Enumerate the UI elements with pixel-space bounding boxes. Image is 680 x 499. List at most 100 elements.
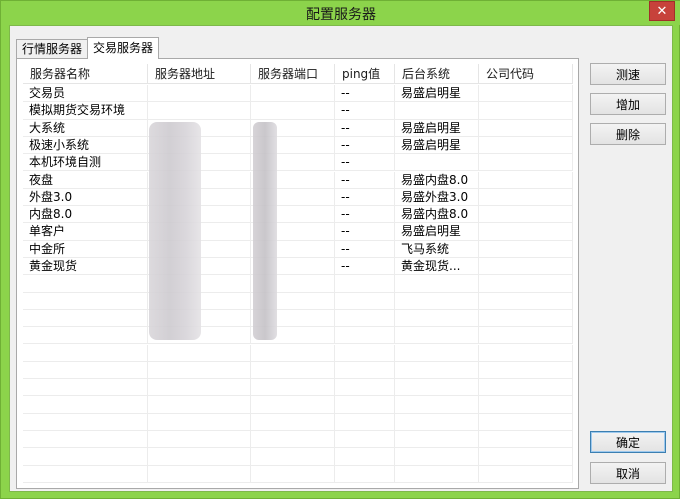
cell-port (251, 344, 335, 362)
column-header-name[interactable]: 服务器名称 (23, 64, 148, 84)
list-header: 服务器名称 服务器地址 服务器端口 ping值 后台系统 公司代码 (23, 64, 573, 84)
cell-ping: -- (335, 102, 395, 120)
cell-name: 极速小系统 (23, 136, 148, 154)
table-row[interactable]: 模拟期货交易环境 -- (23, 102, 573, 120)
title-bar[interactable]: 配置服务器 ✕ (1, 1, 680, 25)
empty-row (23, 309, 573, 328)
redacted-address-column (149, 122, 201, 340)
cell-port (251, 413, 335, 431)
cell-backend: 易盛启明星 (395, 119, 479, 137)
cell-port (251, 379, 335, 397)
empty-row (23, 379, 573, 397)
tab-strip: 行情服务器 交易服务器 (16, 37, 160, 59)
cell-name: 内盘8.0 (23, 206, 148, 224)
cell-company-code (479, 85, 573, 102)
empty-row (23, 465, 573, 483)
cell-name (23, 361, 148, 379)
table-row[interactable]: 夜盘 -- 易盛内盘8.0 (23, 171, 573, 189)
config-server-window: 配置服务器 ✕ 行情服务器 交易服务器 服务器名称 服务器地址 服务器端口 pi… (0, 0, 680, 499)
cell-name: 大系统 (23, 119, 148, 137)
cell-ping: -- (335, 119, 395, 137)
column-header-address[interactable]: 服务器地址 (148, 64, 251, 84)
cell-company-code (479, 206, 573, 224)
cell-ping: -- (335, 258, 395, 275)
empty-row (23, 448, 573, 466)
table-row[interactable]: 内盘8.0 -- 易盛内盘8.0 (23, 206, 573, 224)
empty-row (23, 361, 573, 380)
cell-port (251, 85, 335, 102)
cell-ping: -- (335, 240, 395, 258)
cell-company-code (479, 171, 573, 189)
close-button[interactable]: ✕ (649, 1, 675, 21)
delete-button[interactable]: 删除 (590, 123, 666, 145)
cell-company-code (479, 379, 573, 397)
cell-backend: 易盛启明星 (395, 85, 479, 102)
cell-address (148, 448, 251, 466)
cell-backend (395, 413, 479, 431)
cell-port (251, 102, 335, 120)
column-header-backend[interactable]: 后台系统 (395, 64, 479, 84)
cell-ping (335, 465, 395, 483)
cell-backend: 黄金现货... (395, 258, 479, 275)
cell-company-code (479, 413, 573, 431)
cell-company-code (479, 448, 573, 466)
cell-ping: -- (335, 223, 395, 241)
cell-backend: 飞马系统 (395, 240, 479, 258)
cell-name (23, 413, 148, 431)
cell-ping (335, 361, 395, 379)
cell-ping (335, 327, 395, 345)
cell-backend: 易盛启明星 (395, 136, 479, 154)
table-row[interactable]: 中金所 -- 飞马系统 (23, 240, 573, 258)
cell-company-code (479, 344, 573, 362)
tab-quote-servers[interactable]: 行情服务器 (16, 39, 89, 59)
cell-backend (395, 465, 479, 483)
empty-row (23, 396, 573, 414)
empty-row (23, 275, 573, 293)
redacted-port-column (253, 122, 277, 340)
column-header-port[interactable]: 服务器端口 (251, 64, 335, 84)
empty-row (23, 292, 573, 310)
cell-backend: 易盛内盘8.0 (395, 206, 479, 224)
test-speed-button[interactable]: 测速 (590, 63, 666, 85)
table-row[interactable]: 极速小系统 -- 易盛启明星 (23, 136, 573, 155)
cancel-button[interactable]: 取消 (590, 462, 666, 484)
cell-name (23, 396, 148, 414)
cell-address (148, 379, 251, 397)
cell-backend (395, 309, 479, 327)
column-header-company-code[interactable]: 公司代码 (479, 64, 573, 84)
empty-row (23, 431, 573, 449)
server-list[interactable]: 服务器名称 服务器地址 服务器端口 ping值 后台系统 公司代码 交易员 -- 易… (23, 64, 573, 487)
table-row[interactable]: 本机环境自测 -- (23, 154, 573, 172)
cell-name (23, 431, 148, 448)
cell-backend (395, 361, 479, 379)
empty-row (23, 344, 573, 362)
cell-name (23, 275, 148, 293)
cell-backend (395, 431, 479, 448)
cell-backend (395, 344, 479, 362)
cell-company-code (479, 431, 573, 448)
empty-row (23, 327, 573, 345)
cell-company-code (479, 292, 573, 310)
cell-ping (335, 292, 395, 310)
cell-name: 夜盘 (23, 171, 148, 189)
table-row[interactable]: 黄金现货 -- 黄金现货... (23, 258, 573, 276)
tab-trade-servers[interactable]: 交易服务器 (87, 37, 160, 59)
cell-ping (335, 275, 395, 293)
cell-backend: 易盛外盘3.0 (395, 188, 479, 206)
cell-ping: -- (335, 136, 395, 154)
cell-port (251, 431, 335, 448)
table-row[interactable]: 外盘3.0 -- 易盛外盘3.0 (23, 188, 573, 207)
cell-ping: -- (335, 206, 395, 224)
table-row[interactable]: 单客户 -- 易盛启明星 (23, 223, 573, 241)
cell-ping (335, 379, 395, 397)
add-button[interactable]: 增加 (590, 93, 666, 115)
cell-port (251, 361, 335, 379)
cell-ping (335, 431, 395, 448)
table-row[interactable]: 大系统 -- 易盛启明星 (23, 119, 573, 137)
table-row[interactable]: 交易员 -- 易盛启明星 (23, 85, 573, 103)
cell-company-code (479, 223, 573, 241)
ok-button[interactable]: 确定 (590, 431, 666, 453)
cell-company-code (479, 327, 573, 345)
column-header-ping[interactable]: ping值 (335, 64, 395, 84)
cell-name (23, 379, 148, 397)
